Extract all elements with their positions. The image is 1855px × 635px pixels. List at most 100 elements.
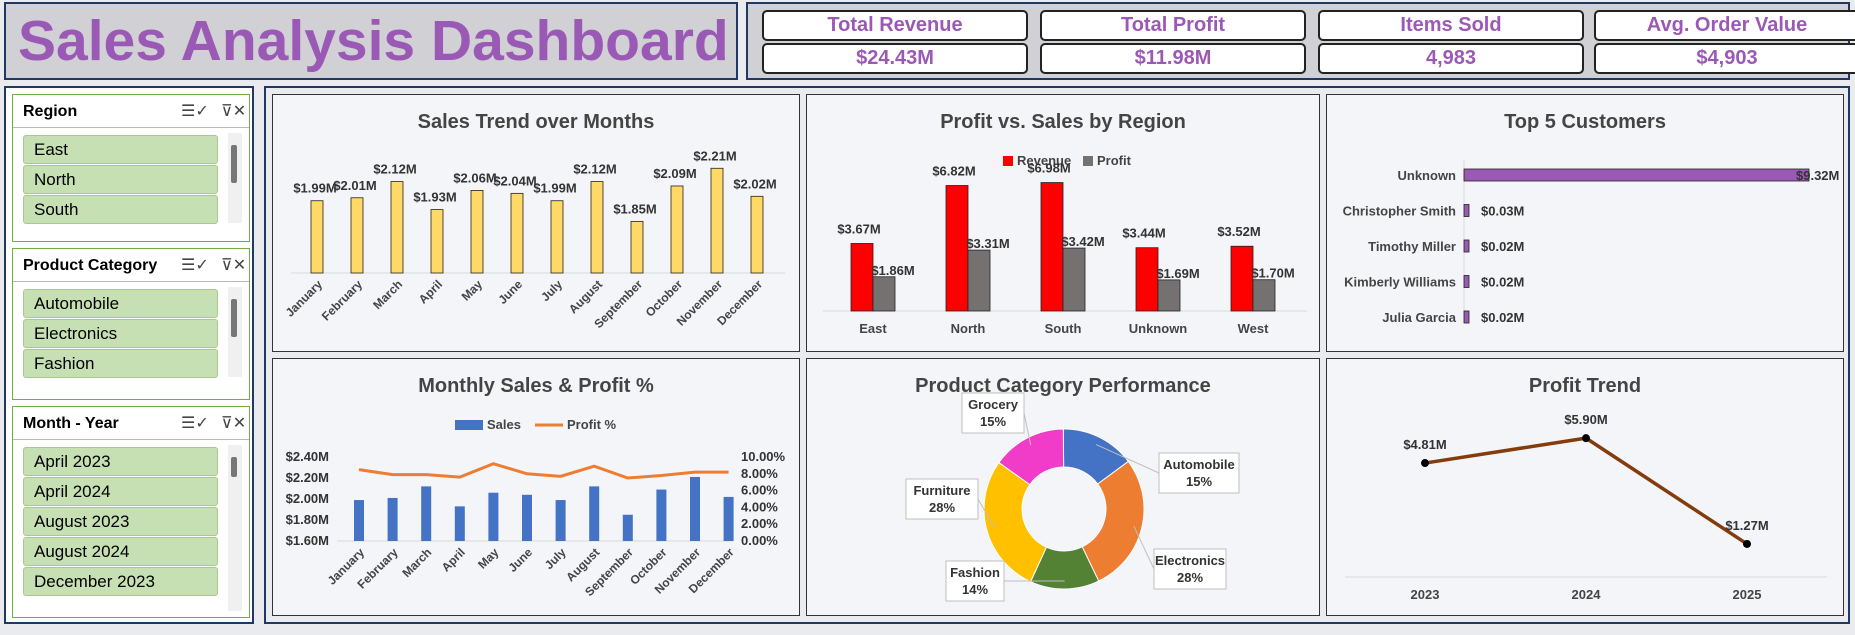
bar [1463,239,1470,253]
data-label: $2.04M [493,173,536,188]
data-label: $1.85M [613,201,656,216]
data-label: $0.02M [1481,239,1524,254]
legend-label: Profit % [567,417,617,432]
bar [454,506,465,541]
dashboard-title-box: Sales Analysis Dashboard [4,2,738,80]
data-label: $6.82M [932,164,975,179]
bar-profit [1062,247,1086,312]
bar-profit [1157,279,1181,312]
legend-label: Profit [1097,153,1132,168]
tick-label: April [439,545,468,574]
bar-profit [967,249,991,312]
tick-label: 8.00% [741,466,778,481]
data-label: $0.02M [1481,275,1524,290]
tick-label: North [951,321,986,336]
monthly-sales-profit-plot: Sales Profit % $1.60M $1.80M $2.00M $2.20M $2.… [286,417,786,599]
slicer-item-fashion[interactable]: Fashion [23,349,218,378]
data-label: $2.01M [333,178,376,193]
tick-label: East [859,321,887,336]
bar [750,195,764,274]
kpi-total-revenue: Total Revenue $24.43M [762,10,1028,74]
clear-filter-icon[interactable]: ⊽✕ [221,255,246,275]
slice-percent: 15% [980,414,1006,429]
slicer-item-east[interactable]: East [23,135,218,164]
data-label: $3.42M [1061,234,1104,249]
kpi-label: Total Revenue [762,10,1028,41]
tick-label: $2.20M [286,470,329,485]
slicer-item-april-2023[interactable]: April 2023 [23,447,218,476]
chart-monthly-sales-profit: Monthly Sales & Profit % Sales Profit % $1… [272,358,800,616]
chart-profit-trend: Profit Trend $4.81M 2023 $5.90M 2024 $1.27M 2… [1326,358,1844,616]
bar [350,197,364,274]
data-label: $2.12M [373,162,416,177]
dashboard-title: Sales Analysis Dashboard [18,9,729,73]
tick-label: South [1045,321,1082,336]
chart-profit-vs-sales: Profit vs. Sales by Region Revenue Profit… [806,94,1320,352]
tick-label: West [1238,321,1269,336]
kpi-value: $4,903 [1594,43,1855,74]
bar [622,514,633,541]
slicer-item-december-2023[interactable]: December 2023 [23,567,218,596]
bar-revenue [1040,182,1064,312]
data-label: $3.44M [1122,226,1165,241]
slice-name: Furniture [913,483,970,498]
slicer-scrollbar-thumb[interactable] [231,299,237,337]
bar [690,476,700,541]
multi-select-icon[interactable]: ☰✓ [181,255,209,275]
data-label: $4.81M [1403,437,1446,452]
slicer-scrollbar-thumb[interactable] [231,145,237,183]
clear-filter-icon[interactable]: ⊽✕ [221,101,246,121]
tick-label: May [475,545,502,572]
product-category-plot: Automobile 15% Electronics 28% Fashion 14% Fur… [905,392,1240,602]
bar-revenue [945,185,969,312]
bar [550,200,564,274]
tick-label: $1.60M [286,533,329,548]
kpi-items-sold: Items Sold 4,983 [1318,10,1584,74]
bar [590,181,604,274]
bar [589,486,600,541]
slicer-item-electronics[interactable]: Electronics [23,319,218,348]
tick-label: Unknown [1398,168,1457,183]
bar [1463,204,1470,217]
top-customers-plot: Unknown $9.32M Christopher Smith $0.03M Timo… [1343,160,1839,325]
multi-select-icon[interactable]: ☰✓ [181,413,209,433]
tick-label: March [399,545,434,580]
clear-filter-icon[interactable]: ⊽✕ [221,413,246,433]
data-label: $1.99M [293,181,336,196]
kpi-value: $24.43M [762,43,1028,74]
kpi-label: Items Sold [1318,10,1584,41]
data-label: $2.12M [573,162,616,177]
bar [387,497,398,541]
bar [1463,310,1470,324]
bar [510,192,524,274]
legend-swatch [1083,156,1093,166]
profit-line [358,462,729,480]
slicer-divider [13,439,249,440]
slice-percent: 28% [929,500,955,515]
bar-revenue [850,243,874,312]
multi-select-icon[interactable]: ☰✓ [181,101,209,121]
bar [522,494,532,541]
bar [710,167,724,274]
slicer-item-automobile[interactable]: Automobile [23,289,218,318]
slicer-item-august-2024[interactable]: August 2024 [23,537,218,566]
slicer-scrollbar-thumb[interactable] [231,457,237,477]
tick-label: Julia Garcia [1382,310,1456,325]
slicer-product-category: Product Category ☰✓ ⊽✕ Automobile Electr… [12,248,250,400]
data-label: $1.93M [413,190,456,205]
data-label: $2.21M [693,148,736,163]
tick-label: 4.00% [741,499,778,514]
tick-label: June [495,277,525,307]
tick-label: $1.80M [286,512,329,527]
slicer-item-south[interactable]: South [23,195,218,224]
bar [470,190,484,274]
slicer-item-april-2024[interactable]: April 2024 [23,477,218,506]
bar [630,220,644,274]
slicer-item-august-2023[interactable]: August 2023 [23,507,218,536]
bar-revenue [1230,245,1254,312]
pie-slice [1081,460,1145,582]
slicer-item-north[interactable]: North [23,165,218,194]
bar [555,500,566,541]
slicer-divider [13,127,249,128]
data-label: $0.02M [1481,310,1524,325]
